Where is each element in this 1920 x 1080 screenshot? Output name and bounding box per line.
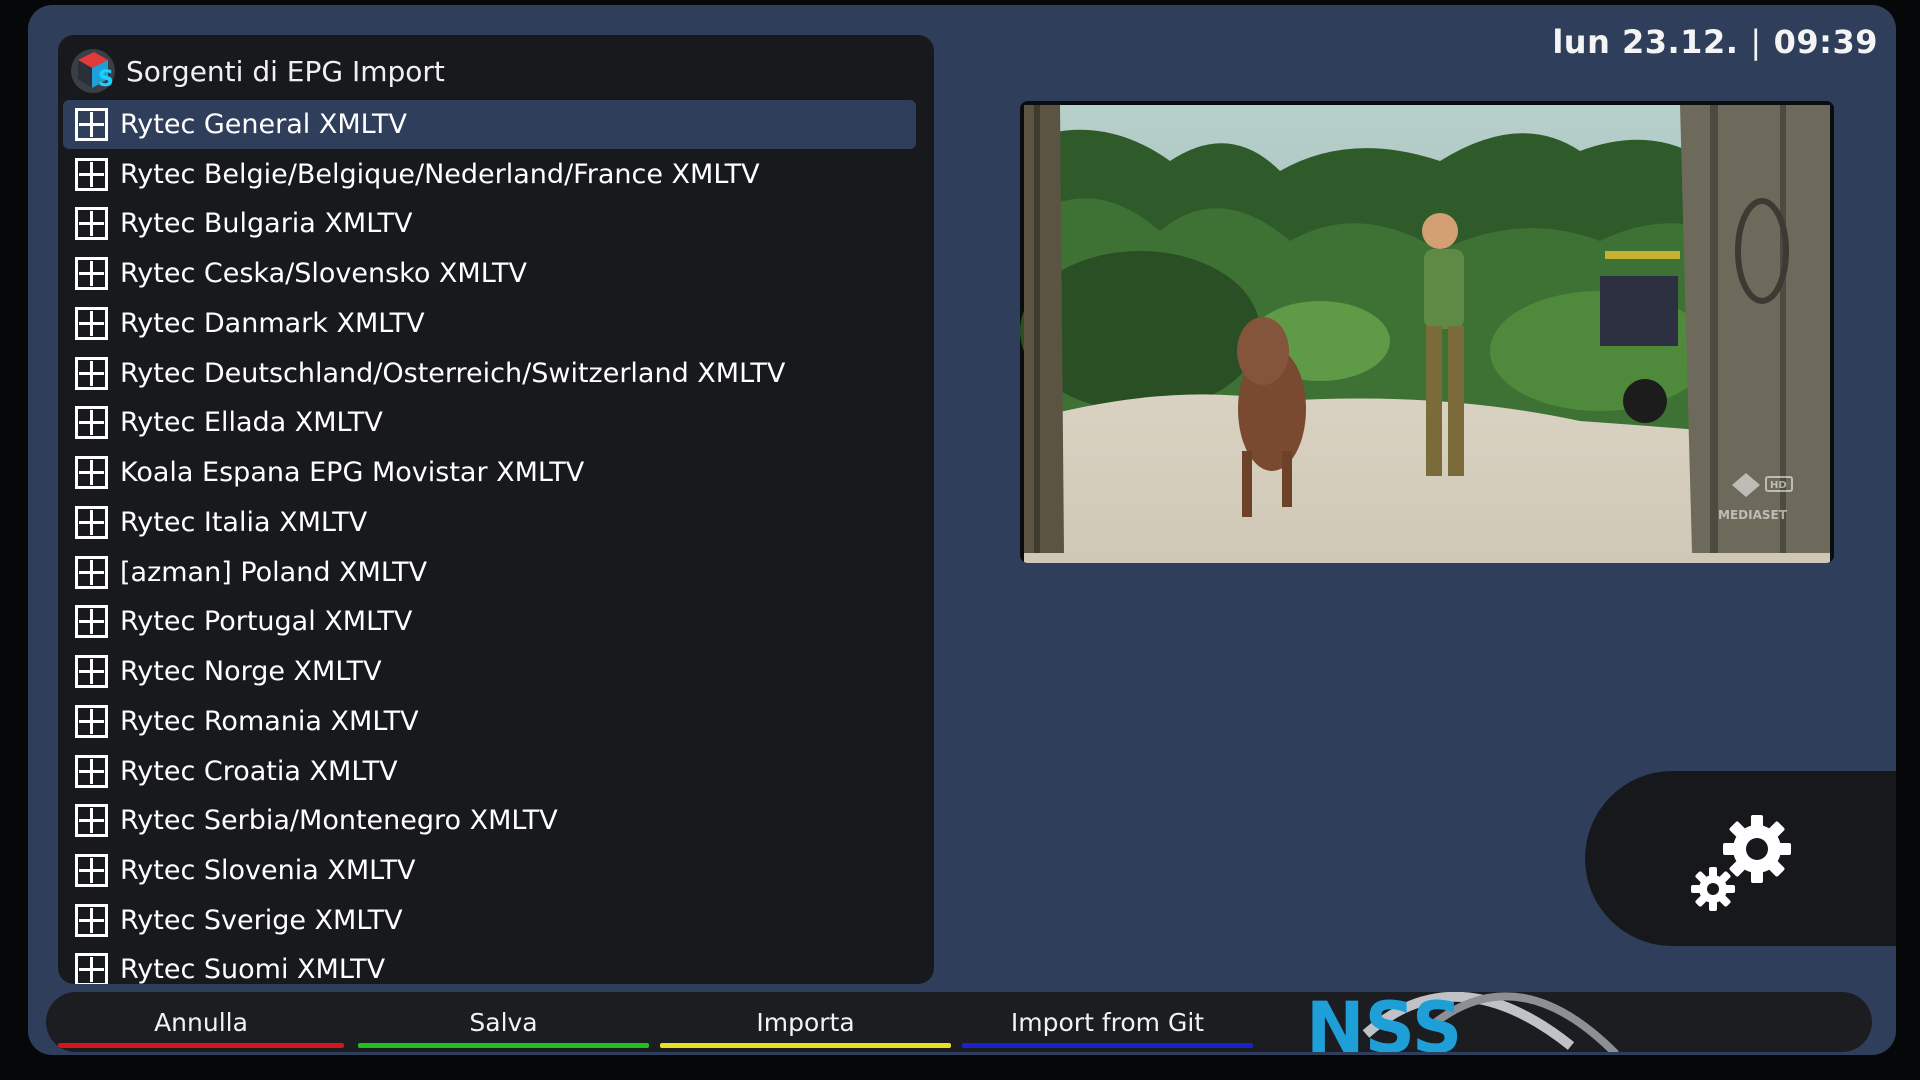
plus-box-icon[interactable] <box>75 704 108 738</box>
list-item-label: Rytec Norge XMLTV <box>120 656 382 688</box>
cancel-button-label: Annulla <box>154 1008 248 1037</box>
clock-separator: | <box>1750 23 1762 61</box>
plus-box-icon[interactable] <box>75 356 108 390</box>
list-item-label: Rytec Ellada XMLTV <box>120 407 383 439</box>
settings-panel[interactable] <box>1585 771 1896 946</box>
plus-box-icon[interactable] <box>75 655 108 689</box>
list-item-label: Rytec Sverige XMLTV <box>120 904 403 936</box>
list-item-label: Rytec Belgie/Belgique/Nederland/France X… <box>120 158 760 190</box>
save-button[interactable]: Salva <box>358 992 649 1052</box>
plus-box-icon[interactable] <box>75 157 108 191</box>
plus-box-icon[interactable] <box>75 456 108 490</box>
import-button-label: Importa <box>756 1008 855 1037</box>
list-item-label: Rytec Italia XMLTV <box>120 506 368 538</box>
panel-header: S Sorgenti di EPG Import <box>68 43 924 99</box>
panel-title: Sorgenti di EPG Import <box>126 54 445 88</box>
list-item-label: Rytec Croatia XMLTV <box>120 755 398 787</box>
plus-box-icon[interactable] <box>75 406 108 440</box>
nss-logo: NSS <box>1306 992 1619 1052</box>
list-item-label: Rytec Suomi XMLTV <box>120 954 386 984</box>
plus-box-icon[interactable] <box>75 207 108 241</box>
list-item[interactable]: Rytec Danmark XMLTV <box>63 299 916 348</box>
plus-box-icon[interactable] <box>75 257 108 291</box>
video-preview: HD MEDIASET <box>1020 101 1834 563</box>
list-item[interactable]: Rytec Deutschland/Osterreich/Switzerland… <box>63 349 916 398</box>
plus-box-icon[interactable] <box>75 505 108 539</box>
save-button-label: Salva <box>469 1008 538 1037</box>
import-from-git-button-label: Import from Git <box>1010 1008 1205 1037</box>
date-text: lun 23.12. <box>1552 23 1739 61</box>
epg-sources-panel: S Sorgenti di EPG Import Rytec General X… <box>58 35 934 984</box>
list-item[interactable]: Rytec Serbia/Montenegro XMLTV <box>63 796 916 845</box>
list-item[interactable]: Rytec Ceska/Slovensko XMLTV <box>63 249 916 298</box>
plus-box-icon[interactable] <box>75 854 108 888</box>
plus-box-icon[interactable] <box>75 903 108 937</box>
list-item[interactable]: Rytec Belgie/Belgique/Nederland/France X… <box>63 150 916 199</box>
list-item[interactable]: Koala Espana EPG Movistar XMLTV <box>63 448 916 497</box>
list-item[interactable]: Rytec Italia XMLTV <box>63 498 916 547</box>
list-item[interactable]: Rytec Norge XMLTV <box>63 647 916 696</box>
list-item[interactable]: Rytec Portugal XMLTV <box>63 597 916 646</box>
list-item-label: Rytec Slovenia XMLTV <box>120 855 416 887</box>
nss-logo-text: NSS <box>1306 992 1462 1052</box>
list-item-label: Rytec Romania XMLTV <box>120 705 419 737</box>
gears-icon <box>1691 815 1791 911</box>
list-item-label: Rytec Danmark XMLTV <box>120 307 425 339</box>
import-from-git-button[interactable]: Import from Git <box>962 992 1253 1052</box>
list-item-label: Rytec Bulgaria XMLTV <box>120 208 413 240</box>
plus-box-icon[interactable] <box>75 108 108 141</box>
mediaset-watermark: MEDIASET <box>1718 508 1788 522</box>
epg-source-list[interactable]: Rytec General XMLTV Rytec Belgie/Belgique… <box>63 100 916 984</box>
plus-box-icon[interactable] <box>75 953 108 984</box>
video-frame: HD MEDIASET <box>1020 101 1834 563</box>
list-item[interactable]: Rytec Ellada XMLTV <box>63 398 916 447</box>
time-text: 09:39 <box>1773 23 1878 61</box>
epg-import-logo: S <box>71 49 115 93</box>
plus-box-icon[interactable] <box>75 754 108 788</box>
plus-box-icon[interactable] <box>75 804 108 838</box>
list-item[interactable]: Rytec Suomi XMLTV <box>63 945 916 984</box>
color-button-bar: Annulla Salva Importa Import from Git NS… <box>46 992 1872 1052</box>
list-item-label: Rytec Portugal XMLTV <box>120 606 413 638</box>
screen: S Sorgenti di EPG Import Rytec General X… <box>28 5 1896 1055</box>
list-item-label: Rytec Ceska/Slovensko XMLTV <box>120 258 528 290</box>
list-item-label: Rytec Serbia/Montenegro XMLTV <box>120 805 558 837</box>
import-button[interactable]: Importa <box>660 992 951 1052</box>
list-item[interactable]: Rytec Croatia XMLTV <box>63 747 916 796</box>
hd-badge: HD <box>1770 480 1787 491</box>
red-key-indicator <box>58 1043 344 1048</box>
list-item-label: [azman] Poland XMLTV <box>120 556 428 588</box>
list-item[interactable]: [azman] Poland XMLTV <box>63 548 916 597</box>
list-item[interactable]: Rytec General XMLTV <box>63 100 916 149</box>
yellow-key-indicator <box>660 1043 951 1048</box>
list-item[interactable]: Rytec Sverige XMLTV <box>63 896 916 945</box>
list-item[interactable]: Rytec Bulgaria XMLTV <box>63 199 916 248</box>
blue-key-indicator <box>962 1043 1253 1048</box>
list-item-label: Koala Espana EPG Movistar XMLTV <box>120 457 585 489</box>
svg-text:S: S <box>98 67 114 92</box>
plus-box-icon[interactable] <box>75 555 108 589</box>
list-item[interactable]: Rytec Romania XMLTV <box>63 697 916 746</box>
list-item-label: Rytec General XMLTV <box>120 109 407 140</box>
cancel-button[interactable]: Annulla <box>58 992 344 1052</box>
list-item[interactable]: Rytec Slovenia XMLTV <box>63 846 916 895</box>
green-key-indicator <box>358 1043 649 1048</box>
plus-box-icon[interactable] <box>75 306 108 340</box>
plus-box-icon[interactable] <box>75 605 108 639</box>
list-item-label: Rytec Deutschland/Osterreich/Switzerland… <box>120 357 786 389</box>
clock: lun 23.12. | 09:39 <box>1552 23 1878 61</box>
